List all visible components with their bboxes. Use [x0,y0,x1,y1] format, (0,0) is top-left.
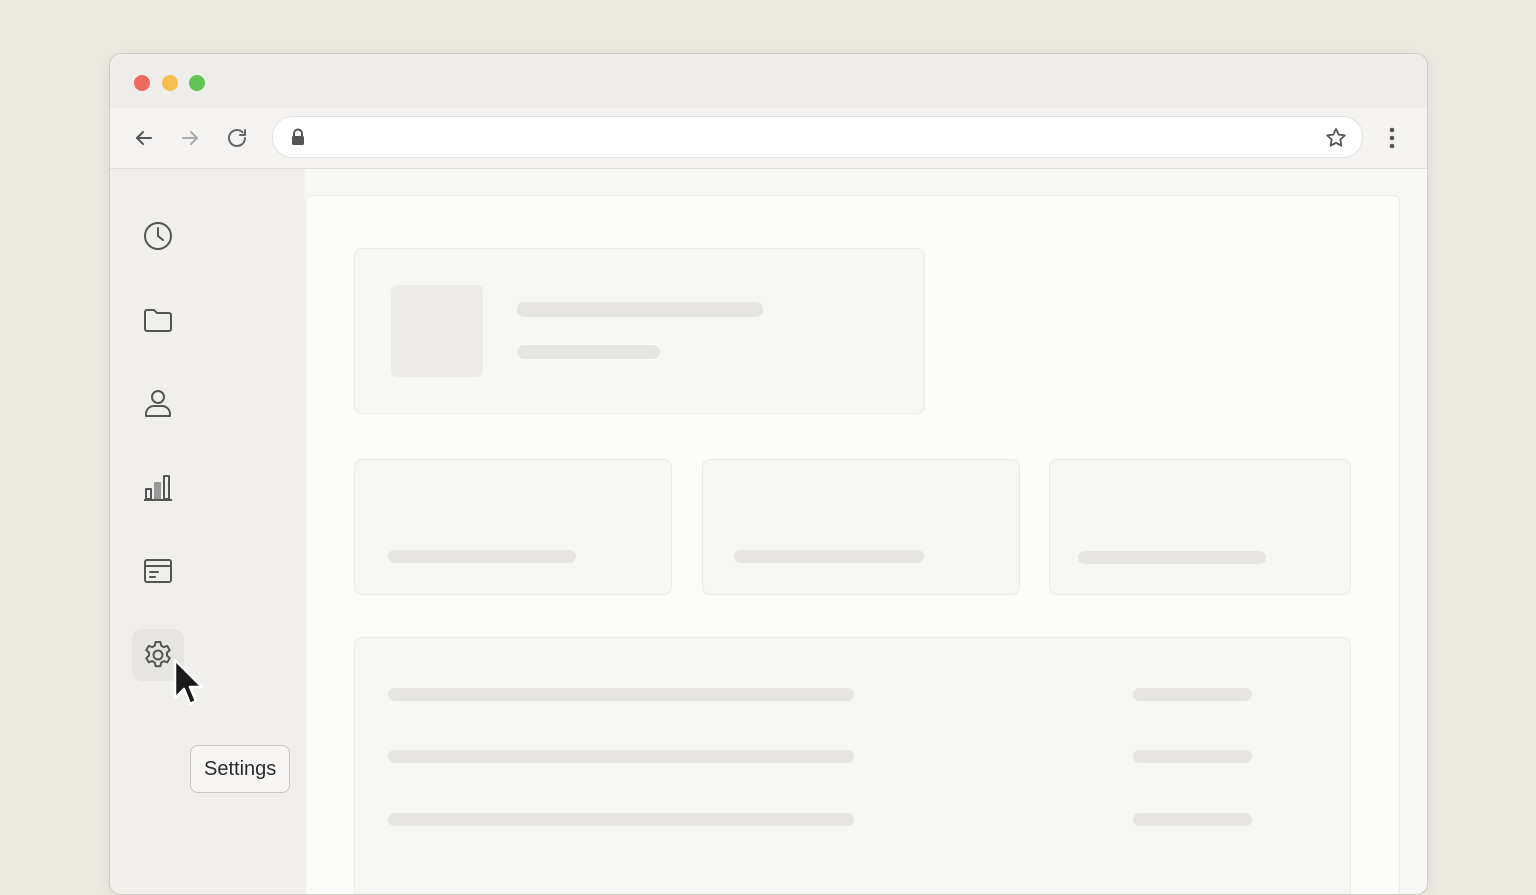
lock-icon [290,128,306,151]
minimize-window-button[interactable] [162,75,178,91]
stat-card-skeleton [1049,459,1351,595]
header-card-skeleton [354,248,925,414]
subtitle-skeleton [517,345,660,359]
folder-icon [144,309,172,332]
sidebar-item-billing[interactable] [132,545,184,597]
stat-skeleton-line [388,550,576,563]
close-window-button[interactable] [134,75,150,91]
address-bar[interactable] [272,116,1363,158]
row-label-skeleton [388,813,854,826]
row-label-skeleton [388,688,854,701]
mouse-pointer-icon [173,658,204,706]
browser-window: Settings [109,53,1428,895]
row-value-skeleton [1133,688,1252,701]
browser-menu-button[interactable] [1380,124,1404,152]
main-panel [305,195,1400,894]
reload-icon [228,129,246,147]
tooltip-label: Settings [204,757,277,780]
thumbnail-placeholder [391,285,483,377]
sidebar: Settings [110,169,304,894]
sidebar-item-analytics[interactable] [132,461,184,513]
arrow-right-icon [182,131,198,145]
stat-skeleton-line [1078,551,1266,564]
gear-icon [145,641,171,668]
maximize-window-button[interactable] [189,75,205,91]
stat-card-skeleton [354,459,672,595]
forward-button[interactable] [176,124,204,152]
arrow-left-icon [136,131,152,145]
kebab-menu-icon [1389,127,1395,149]
browser-toolbar [110,108,1427,169]
sidebar-item-recent[interactable] [132,210,184,262]
stat-skeleton-line [734,550,924,563]
row-value-skeleton [1133,813,1252,826]
row-label-skeleton [388,750,854,763]
back-button[interactable] [130,124,158,152]
row-value-skeleton [1133,750,1252,763]
card-icon [144,559,172,583]
bar-chart-icon [144,475,172,501]
title-skeleton [517,302,763,317]
title-bar [110,54,1427,108]
sidebar-item-profile[interactable] [132,377,184,429]
sidebar-item-files[interactable] [132,294,184,346]
stat-card-skeleton [702,459,1020,595]
settings-tooltip: Settings [190,745,291,793]
list-card-skeleton [354,637,1351,894]
user-icon [145,390,171,417]
clock-icon [144,222,172,250]
reload-button[interactable] [223,124,251,152]
star-icon[interactable] [1324,126,1348,155]
